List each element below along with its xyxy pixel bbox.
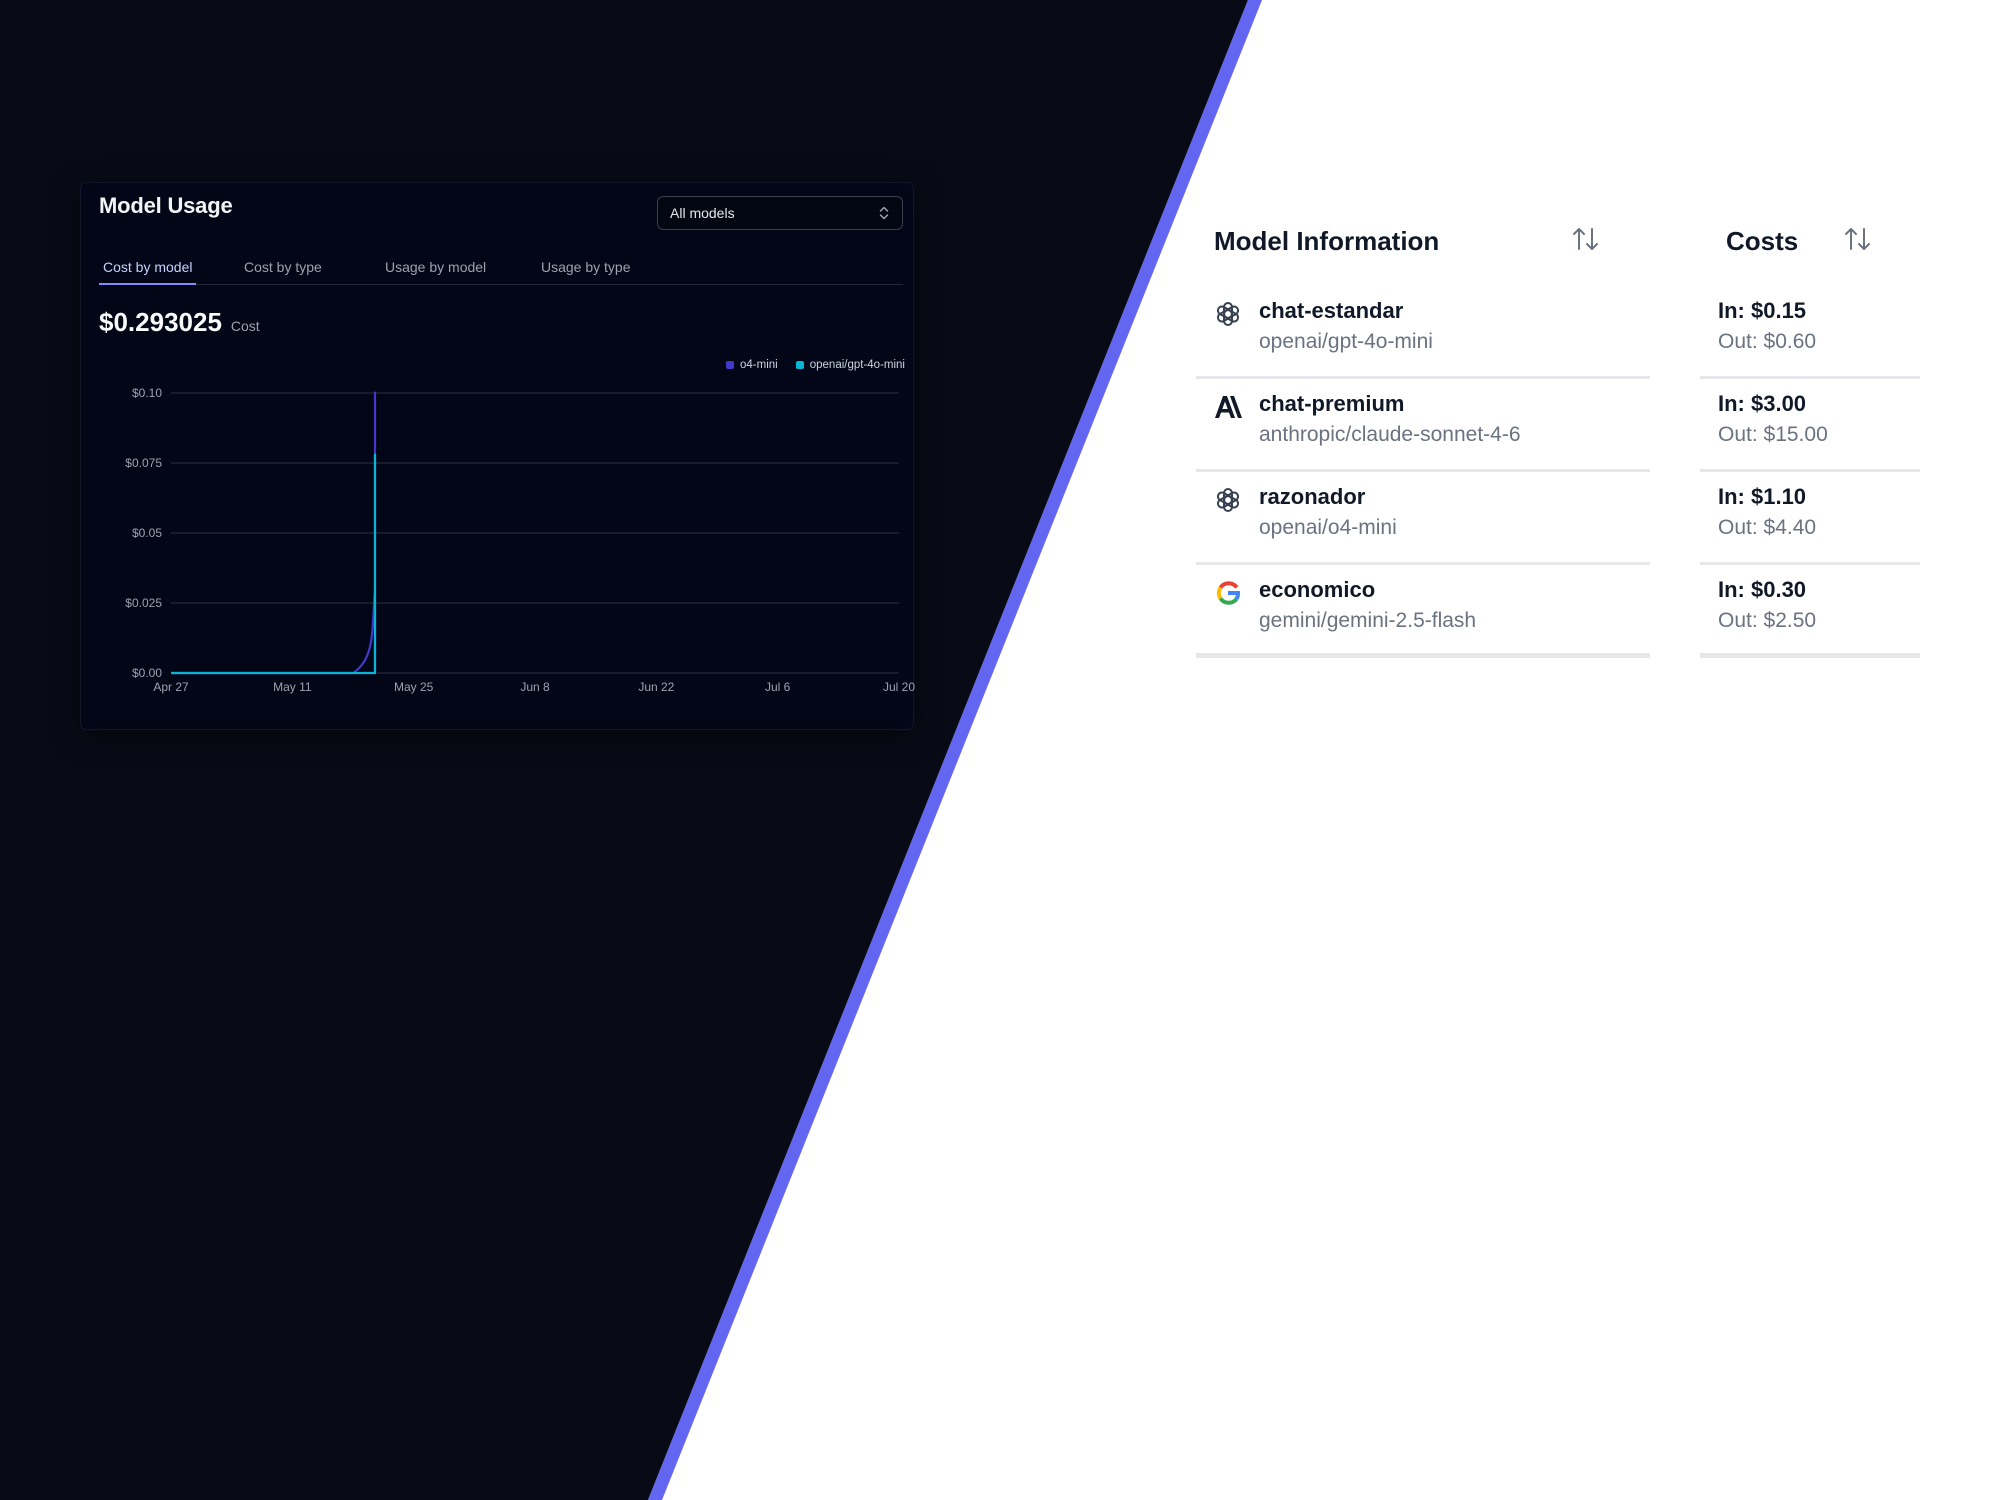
x-tick-label: Apr 27 xyxy=(153,680,189,694)
model-select-value: All models xyxy=(670,205,735,221)
legend-item-o4-mini[interactable]: o4-mini xyxy=(726,359,778,371)
cost-input: In: $3.00 xyxy=(1718,391,1807,416)
cost-cell: In: $1.10 Out: $4.40 xyxy=(1700,472,1920,565)
y-tick-label: $0.025 xyxy=(125,596,162,610)
model-name: economico xyxy=(1259,577,1376,602)
y-tick-label: $0.075 xyxy=(125,456,162,470)
usage-tabs: Cost by model Cost by type Usage by mode… xyxy=(99,251,903,285)
chart-legend: o4-mini openai/gpt-4o-mini xyxy=(726,359,905,371)
table-row[interactable]: chat-premium anthropic/claude-sonnet-4-6 xyxy=(1196,379,1650,472)
x-tick-label: May 11 xyxy=(273,680,312,694)
cost-input: In: $1.10 xyxy=(1718,484,1807,509)
model-id: gemini/gemini-2.5-flash xyxy=(1259,609,1477,632)
table-row[interactable]: razonador openai/o4-mini xyxy=(1196,472,1650,565)
openai-icon xyxy=(1216,488,1240,512)
legend-swatch xyxy=(726,361,735,369)
model-id: openai/gpt-4o-mini xyxy=(1259,330,1433,353)
model-name: razonador xyxy=(1259,484,1366,509)
model-usage-card: Model Usage All models Cost by model Cos… xyxy=(80,182,915,730)
tab-usage-by-model[interactable]: Usage by model xyxy=(381,251,490,285)
header-costs: Costs xyxy=(1726,226,1799,256)
model-name: chat-estandar xyxy=(1259,298,1404,323)
y-tick-label: $0.10 xyxy=(132,386,162,400)
model-name: chat-premium xyxy=(1259,391,1405,416)
sort-icon[interactable] xyxy=(1572,226,1600,252)
openai-icon xyxy=(1216,302,1240,326)
y-tick-label: $0.05 xyxy=(132,526,162,540)
tab-cost-by-model[interactable]: Cost by model xyxy=(99,251,197,285)
cost-cell: In: $0.15 Out: $0.60 xyxy=(1700,286,1920,379)
cost-cell: In: $0.30 Out: $2.50 xyxy=(1700,565,1920,658)
x-tick-label: Jul 20 xyxy=(883,680,915,694)
legend-item-gpt-4o-mini[interactable]: openai/gpt-4o-mini xyxy=(795,359,905,371)
chevron-up-down-icon xyxy=(879,206,889,220)
google-icon xyxy=(1216,581,1241,605)
sort-icon[interactable] xyxy=(1844,226,1872,252)
total-cost: $0.293025 Cost xyxy=(99,307,260,338)
cost-output: Out: $4.40 xyxy=(1718,516,1817,539)
cost-output: Out: $2.50 xyxy=(1718,609,1817,632)
x-tick-label: Jul 6 xyxy=(765,680,791,694)
legend-label: o4-mini xyxy=(740,359,778,371)
model-id: openai/o4-mini xyxy=(1259,516,1397,539)
cost-line-chart: $0.00 $0.025 $0.05 $0.075 $0.10 Apr 27 May 11 M… xyxy=(125,386,915,694)
model-select[interactable]: All models xyxy=(657,196,903,230)
total-cost-label: Cost xyxy=(230,318,260,334)
cost-output: Out: $15.00 xyxy=(1718,423,1828,446)
header-model-information: Model Information xyxy=(1214,226,1440,256)
legend-label: openai/gpt-4o-mini xyxy=(809,359,905,371)
tab-usage-by-type[interactable]: Usage by type xyxy=(537,251,635,285)
cost-input: In: $0.30 xyxy=(1718,577,1807,602)
x-tick-label: May 25 xyxy=(394,680,434,694)
table-row[interactable]: economico gemini/gemini-2.5-flash xyxy=(1196,565,1650,658)
x-tick-label: Jun 22 xyxy=(638,680,674,694)
legend-swatch xyxy=(795,361,804,369)
model-id: anthropic/claude-sonnet-4-6 xyxy=(1259,423,1521,446)
card-title: Model Usage xyxy=(99,193,233,218)
cost-cell: In: $3.00 Out: $15.00 xyxy=(1700,379,1920,472)
y-tick-label: $0.00 xyxy=(132,666,162,680)
tab-cost-by-type[interactable]: Cost by type xyxy=(240,251,326,285)
cost-output: Out: $0.60 xyxy=(1718,330,1817,353)
table-row[interactable]: chat-estandar openai/gpt-4o-mini xyxy=(1196,286,1650,379)
series-line xyxy=(170,453,377,675)
anthropic-icon xyxy=(1215,396,1242,418)
cost-input: In: $0.15 xyxy=(1718,298,1807,323)
x-tick-label: Jun 8 xyxy=(520,680,550,694)
total-cost-value: $0.293025 xyxy=(99,307,222,337)
